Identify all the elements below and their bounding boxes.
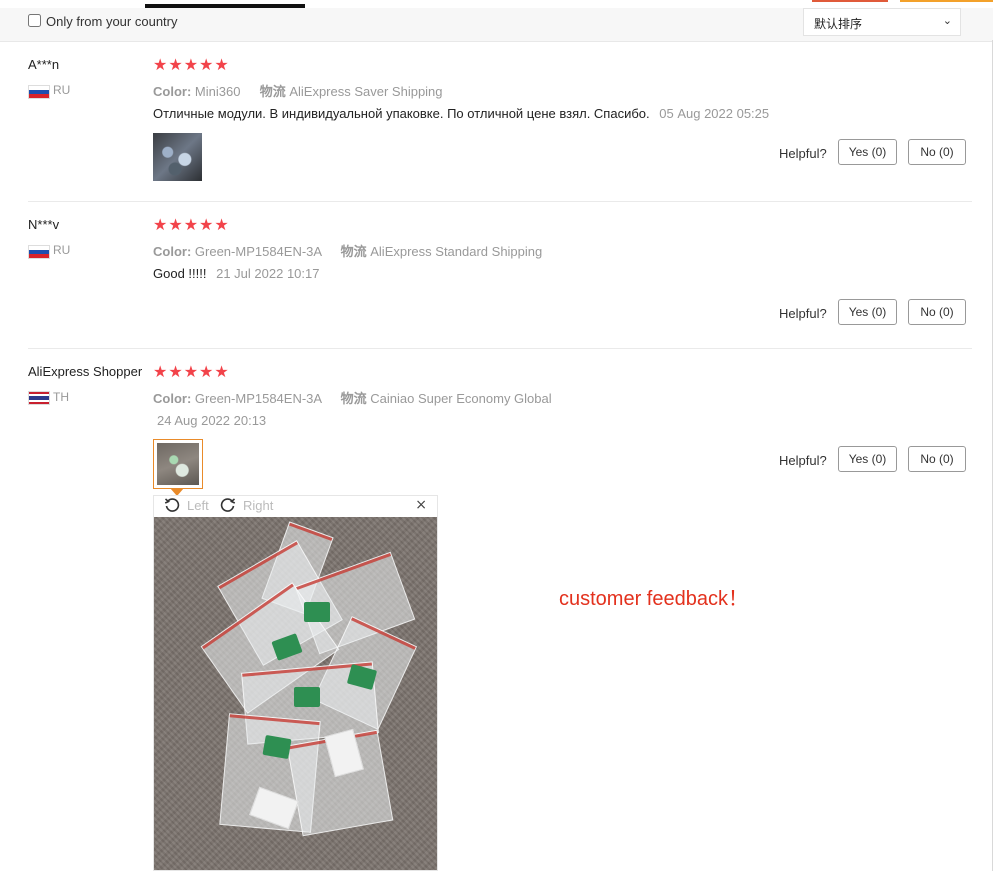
helpful-label: Helpful? — [779, 146, 827, 161]
color-value: Green-MP1584EN-3A — [194, 244, 322, 259]
review-text: Отличные модули. В индивидуальной упаков… — [153, 106, 650, 121]
reviewer-country: TH — [53, 390, 69, 404]
rotate-right-label[interactable]: Right — [243, 498, 273, 519]
reviewer-country: RU — [53, 83, 71, 97]
review-meta: Color: Green-MP1584EN-3A 物流 Cainiao Supe… — [153, 388, 552, 407]
thumbnail-image — [157, 443, 199, 485]
reviewer-name: A***n — [28, 57, 60, 72]
only-country-label[interactable]: Only from your country — [46, 14, 178, 29]
photo-module — [304, 602, 330, 622]
helpful-no-button[interactable]: No (0) — [908, 446, 966, 472]
review-date: 24 Aug 2022 20:13 — [157, 413, 267, 428]
reviewer-country: RU — [53, 243, 71, 257]
helpful-label: Helpful? — [779, 453, 827, 468]
review-date: 21 Jul 2022 10:17 — [216, 266, 320, 281]
shipping-value: AliExpress Standard Shipping — [370, 244, 543, 259]
review-photo-large — [154, 517, 437, 870]
color-key: Color: — [153, 84, 192, 99]
helpful-no-button[interactable]: No (0) — [908, 299, 966, 325]
review-text-line: Отличные модули. В индивидуальной упаков… — [153, 106, 769, 121]
review-text-line: Good !!!!! 21 Jul 2022 10:17 — [153, 266, 319, 281]
top-accent-red — [812, 0, 888, 2]
rotate-left-icon[interactable] — [164, 497, 180, 513]
shipping-key: 物流 — [340, 244, 367, 259]
review-text: Good !!!!! — [153, 266, 207, 281]
review-meta: Color: Green-MP1584EN-3A 物流 AliExpress S… — [153, 241, 542, 260]
review-photo-thumbnail-active[interactable] — [153, 439, 203, 489]
color-value: Mini360 — [194, 84, 241, 99]
photo-viewer: Left Right × — [153, 495, 438, 871]
chevron-down-icon: ⌄ — [942, 14, 952, 27]
color-value: Green-MP1584EN-3A — [194, 391, 322, 406]
star-rating: ★★★★★ — [153, 215, 230, 234]
review-divider — [28, 201, 972, 202]
sort-dropdown[interactable]: 默认排序 ⌄ — [803, 8, 961, 36]
star-rating: ★★★★★ — [153, 362, 230, 381]
shipping-key: 物流 — [340, 391, 367, 406]
photo-module — [262, 734, 292, 760]
color-key: Color: — [153, 391, 192, 406]
helpful-yes-button[interactable]: Yes (0) — [838, 446, 897, 472]
review-divider — [28, 348, 972, 349]
sort-dropdown-label: 默认排序 — [814, 17, 863, 31]
only-country-checkbox[interactable] — [28, 14, 41, 27]
reviewer-name: AliExpress Shopper — [28, 364, 143, 379]
review-photo-thumbnail[interactable] — [153, 133, 202, 181]
review-filter-bar: Only from your country 默认排序 ⌄ — [0, 8, 993, 42]
photo-module — [294, 687, 320, 707]
reviewer-name: N***v — [28, 217, 60, 232]
top-accent-orange — [900, 0, 993, 2]
shipping-value: AliExpress Saver Shipping — [289, 84, 443, 99]
shipping-value: Cainiao Super Economy Global — [370, 391, 552, 406]
close-icon[interactable]: × — [415, 497, 427, 513]
helpful-yes-button[interactable]: Yes (0) — [838, 299, 897, 325]
review-date: 05 Aug 2022 05:25 — [659, 106, 770, 121]
helpful-no-button[interactable]: No (0) — [908, 139, 966, 165]
annotation-text: customer feedback！ — [559, 588, 748, 610]
review-meta: Color: Mini360 物流 AliExpress Saver Shipp… — [153, 81, 443, 100]
helpful-yes-button[interactable]: Yes (0) — [838, 139, 897, 165]
helpful-label: Helpful? — [779, 306, 827, 321]
rotate-right-icon[interactable] — [220, 497, 236, 513]
star-rating: ★★★★★ — [153, 55, 230, 74]
rotate-left-label[interactable]: Left — [187, 498, 209, 519]
shipping-key: 物流 — [259, 84, 286, 99]
flag-ru-icon — [28, 85, 50, 99]
flag-th-icon — [28, 391, 50, 405]
flag-ru-icon — [28, 245, 50, 259]
color-key: Color: — [153, 244, 192, 259]
